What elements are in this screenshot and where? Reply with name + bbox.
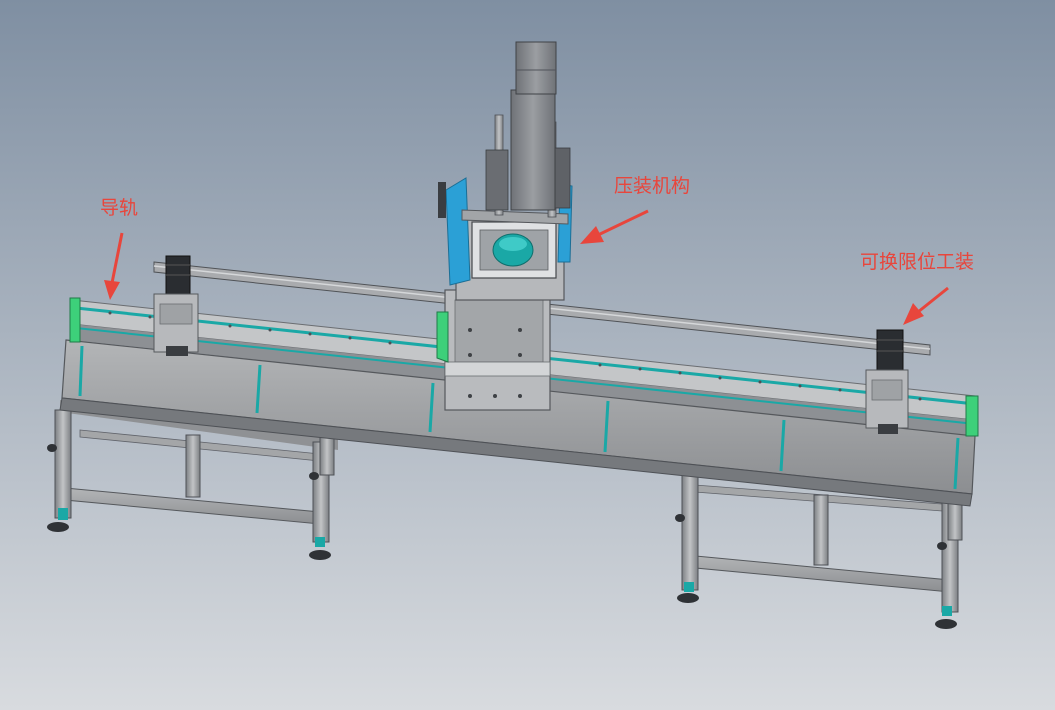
limit-fixture-label: 可换限位工装 xyxy=(860,251,975,273)
press-mechanism-label: 压装机构 xyxy=(614,175,691,197)
guide-rail-label: 导轨 xyxy=(100,197,139,219)
machine-drawing xyxy=(0,0,1055,710)
